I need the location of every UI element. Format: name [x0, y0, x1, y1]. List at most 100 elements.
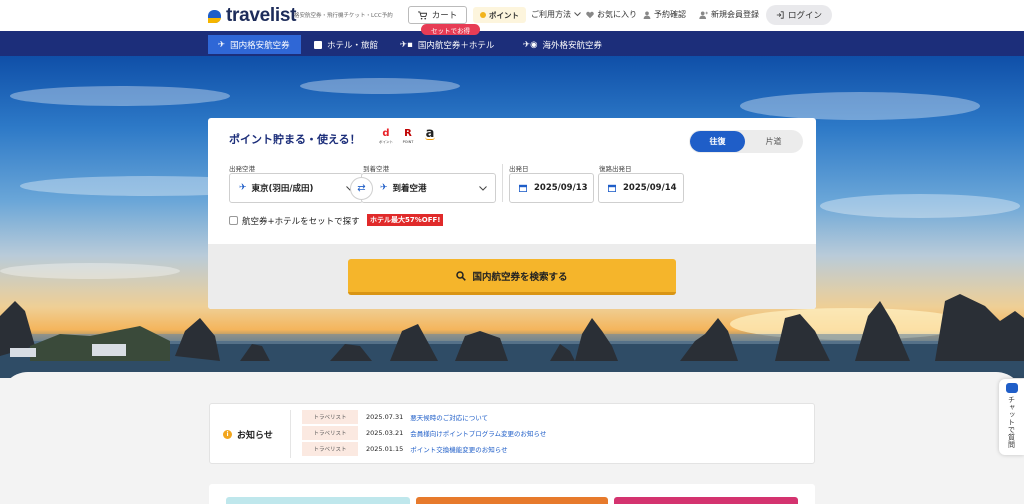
tab-flight-hotel[interactable]: ✈▪ 国内航空券＋ホテル: [390, 35, 504, 54]
banner-card[interactable]: [614, 497, 798, 504]
news-date: 2025.01.15: [366, 444, 404, 453]
nav-usage-label: ご利用方法: [531, 10, 571, 19]
hotel-icon: [314, 40, 322, 49]
flight-search-card: ポイント貯まる・使える！ d ポイント R POINT a 往復 片道 出発空港…: [208, 118, 816, 309]
to-airport-value: 到着空港: [392, 184, 427, 194]
heart-icon: [586, 11, 594, 18]
news-tag: トラベリスト: [302, 409, 358, 424]
d-point-icon: d ポイント: [378, 127, 394, 145]
return-date-value: 2025/09/14: [623, 183, 677, 193]
plane-hotel-icon: ✈▪: [400, 39, 413, 50]
to-airport-label: 到着空港: [363, 165, 389, 173]
calendar-icon: [519, 184, 527, 192]
flight-hotel-set-checkbox[interactable]: [229, 216, 238, 225]
chevron-down-icon: [574, 12, 581, 17]
news-title-text: お知らせ: [237, 431, 273, 441]
tab-hotels[interactable]: ホテル・旅館: [304, 35, 388, 54]
banner-card[interactable]: [226, 497, 410, 504]
from-airport-value: 東京(羽田/成田): [251, 184, 314, 194]
set-deal-badge: セットでお得: [421, 24, 480, 35]
banner-card[interactable]: [416, 497, 608, 504]
tab-domestic-flights-label: 国内格安航空券: [230, 40, 290, 51]
chat-bubble-icon: [1005, 383, 1018, 393]
from-airport-select[interactable]: ✈ 東京(羽田/成田): [229, 173, 363, 203]
arrival-plane-icon: ✈: [380, 183, 388, 193]
chat-support-button[interactable]: チャットで質問: [999, 379, 1024, 455]
news-heading: i お知らせ: [223, 428, 273, 441]
point-label: ポイント: [489, 10, 519, 20]
search-button-label: 国内航空券を検索する: [472, 271, 568, 283]
amazon-mark: a: [425, 126, 435, 141]
tab-international-flights[interactable]: ✈◉ 海外格安航空券: [513, 35, 612, 54]
nav-signup-label: 新規会員登録: [711, 10, 759, 19]
logo-text: travelist: [226, 5, 297, 26]
search-flights-button[interactable]: 国内航空券を検索する: [348, 259, 676, 295]
nav-favorites[interactable]: お気に入り: [586, 9, 637, 20]
logo-mark-icon: [208, 9, 221, 23]
depart-date-field[interactable]: 2025/09/13: [509, 173, 594, 203]
news-item[interactable]: トラベリスト 2025.03.21 会員様向けポイントプログラム変更のお知らせ: [302, 425, 546, 440]
news-date: 2025.07.31: [366, 412, 404, 421]
nav-reservation-check[interactable]: 予約確認: [643, 9, 686, 20]
nav-favorites-label: お気に入り: [597, 10, 637, 19]
login-label: ログイン: [787, 11, 822, 21]
r-point-mark: R: [404, 128, 412, 139]
departure-plane-icon: ✈: [239, 183, 247, 193]
tab-domestic-flights[interactable]: ✈ 国内格安航空券: [208, 35, 301, 54]
calendar-icon: [608, 184, 616, 192]
news-item[interactable]: トラベリスト 2025.01.15 ポイント交換機能変更のお知らせ: [302, 441, 508, 456]
news-divider: [290, 410, 291, 458]
from-airport-label: 出発空港: [229, 165, 255, 173]
flight-hotel-set-label[interactable]: 航空券+ホテルをセットで探す: [242, 215, 360, 227]
tab-international-flights-label: 海外格安航空券: [542, 40, 603, 51]
nav-reservation-label: 予約確認: [654, 10, 686, 19]
d-point-sub: ポイント: [379, 140, 393, 144]
info-icon: i: [223, 430, 232, 439]
round-trip-option[interactable]: 往復: [690, 131, 745, 152]
site-header: travelist 格安航空券・飛行機チケット・LCC予約 カート ポイント ご…: [0, 0, 1024, 31]
point-coin-icon: [480, 12, 486, 18]
nav-usage-guide[interactable]: ご利用方法: [531, 9, 581, 20]
r-point-icon: R POINT: [400, 127, 416, 145]
news-tag: トラベリスト: [302, 441, 358, 456]
user-add-icon: [699, 11, 708, 19]
tab-hotels-label: ホテル・旅館: [327, 40, 379, 51]
trip-type-toggle: 往復 片道: [689, 130, 803, 153]
d-point-mark: d: [382, 128, 390, 139]
category-nav: ✈ 国内格安航空券 ホテル・旅館 ✈▪ 国内航空券＋ホテル ✈◉ 海外格安航空券: [0, 31, 1024, 56]
site-tagline: 格安航空券・飛行機チケット・LCC予約: [294, 13, 393, 19]
chevron-down-icon: [479, 186, 487, 191]
swap-icon: ⇄: [357, 183, 366, 194]
chat-label: チャットで質問: [1007, 396, 1016, 449]
tab-flight-hotel-label: 国内航空券＋ホテル: [417, 40, 495, 51]
news-item[interactable]: トラベリスト 2025.07.31 悪天候時のご対応について: [302, 409, 488, 424]
plane-icon: ✈: [218, 39, 226, 50]
cart-button[interactable]: カート: [408, 6, 467, 24]
news-link[interactable]: ポイント交換機能変更のお知らせ: [410, 444, 507, 454]
point-button[interactable]: ポイント: [473, 7, 526, 23]
news-date: 2025.03.21: [366, 428, 404, 437]
news-link[interactable]: 会員様向けポイントプログラム変更のお知らせ: [410, 428, 546, 438]
nav-signup[interactable]: 新規会員登録: [699, 9, 759, 20]
globe-plane-icon: ✈◉: [523, 39, 538, 50]
cart-label: カート: [431, 11, 458, 21]
to-airport-select[interactable]: ✈ 到着空港: [361, 173, 496, 203]
depart-date-label: 出発日: [509, 165, 529, 173]
points-promo-text: ポイント貯まる・使える！: [229, 133, 361, 146]
return-date-field[interactable]: 2025/09/14: [598, 173, 684, 203]
swap-airports-button[interactable]: ⇄: [350, 177, 373, 200]
news-link[interactable]: 悪天候時のご対応について: [410, 412, 488, 422]
travelist-logo[interactable]: travelist: [208, 5, 296, 27]
field-divider: [502, 164, 503, 202]
news-panel: i お知らせ トラベリスト 2025.07.31 悪天候時のご対応について トラ…: [209, 403, 815, 464]
return-date-label: 復路出発日: [599, 165, 632, 173]
cart-icon: [417, 10, 427, 19]
user-icon: [643, 11, 651, 19]
one-way-option[interactable]: 片道: [746, 131, 801, 152]
news-tag: トラベリスト: [302, 425, 358, 440]
hotel-discount-badge: ホテル最大57%OFF!: [367, 214, 444, 226]
r-point-sub: POINT: [402, 140, 414, 144]
login-button[interactable]: ログイン: [766, 5, 832, 25]
login-icon: [776, 11, 784, 19]
search-icon: [456, 270, 467, 281]
